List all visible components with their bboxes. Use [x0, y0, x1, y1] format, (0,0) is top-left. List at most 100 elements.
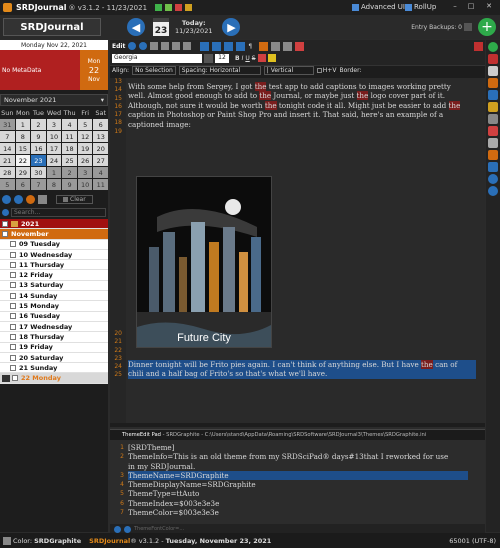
clear-button[interactable]: Clear	[56, 194, 93, 204]
link-icon[interactable]	[283, 41, 293, 51]
calendar-day[interactable]: 15	[15, 143, 31, 154]
checkbox[interactable]	[10, 303, 16, 310]
checkbox[interactable]	[2, 220, 8, 227]
tree-entry[interactable]: 10 Wednesday	[0, 249, 108, 261]
calendar-day-icon[interactable]: 23	[153, 18, 169, 36]
save-icon[interactable]	[155, 4, 163, 11]
checkbox[interactable]	[10, 282, 16, 289]
color-icon[interactable]	[295, 41, 305, 51]
font-size-select[interactable]: 12	[215, 53, 229, 63]
entry-paragraph-1[interactable]: With some help from Sergey, I got the te…	[128, 82, 476, 129]
calendar-day[interactable]: 11	[93, 179, 108, 190]
brush-icon[interactable]	[488, 102, 498, 112]
no-selection-field[interactable]: No Selection	[132, 65, 176, 75]
captioned-image[interactable]: Future City	[136, 176, 272, 348]
calendar-day[interactable]: 3	[46, 119, 62, 130]
arrow-icon[interactable]	[488, 66, 498, 76]
minimize-button[interactable]: –	[448, 2, 462, 12]
calendar-day[interactable]: 28	[0, 167, 15, 178]
paste-icon[interactable]	[172, 42, 181, 50]
format-style-icon[interactable]	[204, 53, 213, 63]
tree-month[interactable]: November	[0, 229, 108, 240]
tree-year[interactable]: 2021	[0, 219, 108, 230]
import-icon[interactable]	[488, 162, 498, 172]
font-color-icon[interactable]	[257, 54, 266, 62]
find-icon[interactable]	[183, 42, 192, 50]
info-icon[interactable]	[114, 525, 121, 533]
tree-entry[interactable]: 09 Tuesday	[0, 239, 108, 250]
checkbox[interactable]	[10, 292, 16, 299]
tree-entry[interactable]: 11 Thursday	[0, 260, 108, 271]
edit-icon[interactable]	[488, 78, 498, 88]
copy-icon[interactable]	[161, 42, 170, 50]
calendar-day[interactable]: 27	[93, 155, 108, 166]
calendar-day[interactable]: 7	[31, 179, 46, 190]
calendar-day[interactable]: 18	[62, 143, 77, 154]
entry-paragraph-2[interactable]: Dinner tonight will be Frito pies again.…	[128, 360, 476, 379]
justify-icon[interactable]	[236, 41, 246, 51]
filter-icon[interactable]	[38, 194, 47, 204]
theme-pad-text[interactable]: [SRDTheme] ThemeInfo=This is an old theme…	[128, 443, 468, 517]
highlight-icon[interactable]	[267, 54, 276, 62]
eraser-icon[interactable]	[488, 138, 498, 148]
pen-icon[interactable]	[488, 114, 498, 124]
export-icon[interactable]	[488, 150, 498, 160]
calendar-day[interactable]: 11	[62, 131, 77, 142]
expand-icon[interactable]	[14, 194, 23, 204]
calendar-day[interactable]: 23	[31, 155, 46, 166]
checkbox[interactable]	[10, 272, 16, 279]
align-right-icon[interactable]	[224, 41, 234, 51]
table-icon[interactable]	[271, 41, 281, 51]
collapse-icon[interactable]	[26, 194, 35, 204]
calendar-day[interactable]: 14	[0, 143, 15, 154]
align-left-icon[interactable]	[200, 41, 210, 51]
refresh-icon[interactable]	[2, 194, 11, 204]
calendar-day[interactable]: 29	[15, 167, 31, 178]
calendar-day[interactable]: 7	[0, 131, 15, 142]
theme-label[interactable]: Color: SRDGraphite	[13, 537, 81, 545]
calendar-day[interactable]: 26	[77, 155, 93, 166]
calendar-day[interactable]: 3	[77, 167, 93, 178]
close-button[interactable]: ✕	[482, 2, 496, 12]
calendar-day[interactable]: 9	[62, 179, 77, 190]
close-editor-icon[interactable]	[474, 41, 483, 51]
calendar-day[interactable]: 24	[46, 155, 62, 166]
rollup-button[interactable]: RollUp	[405, 3, 436, 11]
hv-checkbox[interactable]: H+V	[316, 67, 336, 74]
calendar-day[interactable]: 19	[77, 143, 93, 154]
checkbox[interactable]	[10, 333, 16, 340]
calendar-day[interactable]: 2	[31, 119, 46, 130]
advanced-ui-button[interactable]: Advanced UI	[352, 3, 405, 11]
image-icon[interactable]	[259, 41, 269, 51]
align-center-icon[interactable]	[212, 41, 222, 51]
undo-icon[interactable]	[128, 42, 137, 50]
info-icon[interactable]	[488, 174, 498, 184]
checkbox[interactable]	[10, 354, 16, 361]
tree-entry[interactable]: 16 Tuesday	[0, 311, 108, 322]
checkbox[interactable]	[10, 261, 16, 268]
font-name-select[interactable]: Georgia	[112, 53, 202, 63]
calendar-day[interactable]: 5	[0, 179, 15, 190]
calendar-day[interactable]: 5	[77, 119, 93, 130]
strike-button[interactable]: S	[252, 55, 256, 62]
calendar-day[interactable]: 8	[46, 179, 62, 190]
remove-icon[interactable]	[488, 54, 498, 64]
calendar-day[interactable]: 2	[62, 167, 77, 178]
bookmark-icon[interactable]	[175, 4, 183, 11]
tree-entry[interactable]: 18 Thursday	[0, 332, 108, 343]
cut-icon[interactable]	[150, 42, 159, 50]
calendar-day[interactable]: 6	[93, 119, 108, 130]
calendar-day[interactable]: 8	[15, 131, 31, 142]
paragraph-icon[interactable]: ¶	[248, 43, 252, 50]
tree-entry[interactable]: 19 Friday	[0, 342, 108, 353]
checkbox[interactable]	[10, 364, 16, 371]
checkbox[interactable]	[10, 241, 16, 248]
calendar-day[interactable]: 4	[62, 119, 77, 130]
calendar-day[interactable]: 4	[93, 167, 108, 178]
highlighter-icon[interactable]	[488, 126, 498, 136]
tree-entry[interactable]: 15 Monday	[0, 301, 108, 312]
tree-entry[interactable]: 21 Sunday	[0, 363, 108, 374]
next-day-button[interactable]: ▶	[222, 18, 241, 36]
prev-day-button[interactable]: ◀	[127, 18, 145, 36]
calendar-day[interactable]: 6	[15, 179, 31, 190]
